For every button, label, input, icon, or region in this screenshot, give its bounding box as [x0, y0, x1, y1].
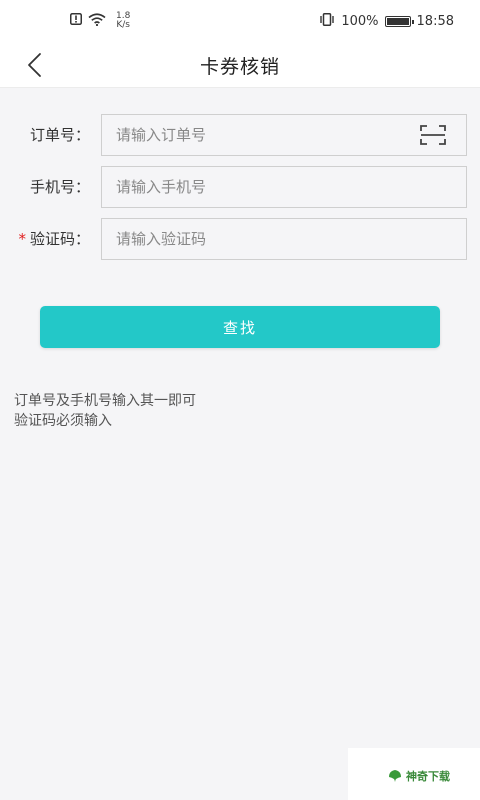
watermark: 神奇下载	[348, 748, 480, 800]
phone-row: 手机号：	[0, 166, 480, 208]
status-bar: 1.8 K/s 100% 18:58	[0, 0, 480, 42]
order-row: 订单号：	[0, 114, 480, 156]
code-label: 验证码：	[29, 230, 90, 248]
code-row: * 验证码：	[0, 218, 480, 260]
network-speed: 1.8 K/s	[116, 12, 130, 30]
watermark-logo: 神奇下载	[387, 768, 450, 784]
page-title: 卡券核销	[199, 56, 280, 78]
search-button[interactable]: 查找	[40, 306, 440, 348]
status-right: 100% 18:58	[319, 13, 454, 30]
notification-icon	[70, 13, 82, 29]
phone-number-input[interactable]	[101, 166, 467, 208]
scan-icon[interactable]	[419, 124, 447, 146]
speed-unit: K/s	[116, 20, 130, 30]
order-number-input[interactable]	[101, 114, 467, 156]
leaf-icon	[389, 770, 401, 782]
battery-fill	[386, 18, 409, 25]
hint-line-2: 验证码必须输入	[14, 413, 112, 429]
phone-label: 手机号：	[29, 178, 90, 196]
watermark-text: 神奇下载	[406, 770, 450, 783]
hint-line-1: 订单号及手机号输入其一即可	[14, 393, 196, 409]
status-left: 1.8 K/s	[70, 12, 130, 30]
clock: 18:58	[416, 14, 454, 29]
vibrate-icon	[319, 13, 335, 30]
required-mark: *	[18, 230, 26, 248]
battery-percent: 100%	[341, 14, 379, 29]
wifi-icon	[88, 12, 106, 30]
battery-icon	[384, 16, 414, 27]
code-label-wrap: * 验证码：	[18, 228, 90, 249]
verification-code-input[interactable]	[101, 218, 467, 260]
order-label: 订单号：	[29, 126, 90, 144]
nav-bar: 卡券核销	[0, 42, 480, 88]
